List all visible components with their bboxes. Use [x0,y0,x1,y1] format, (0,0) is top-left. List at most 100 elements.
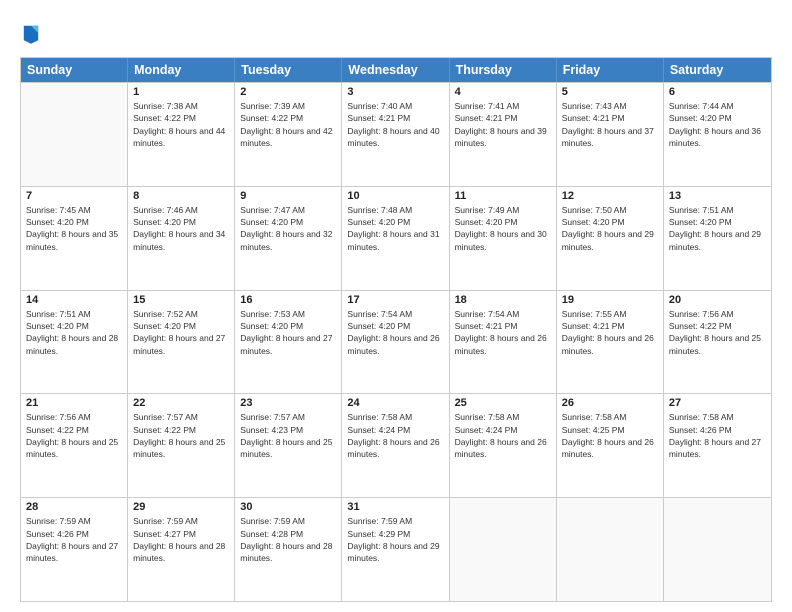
calendar-cell [557,498,664,601]
cell-date-number: 16 [240,294,336,306]
cell-date-number: 25 [455,397,551,409]
calendar-cell: 7 Sunrise: 7:45 AM Sunset: 4:20 PM Daylig… [21,187,128,290]
cell-info: Sunrise: 7:56 AM Sunset: 4:22 PM Dayligh… [26,411,122,460]
cell-date-number: 20 [669,294,766,306]
calendar-cell: 21 Sunrise: 7:56 AM Sunset: 4:22 PM Dayli… [21,394,128,497]
cell-info: Sunrise: 7:56 AM Sunset: 4:22 PM Dayligh… [669,308,766,357]
cell-date-number: 12 [562,190,658,202]
calendar-cell: 4Sunrise: 7:41 AM Sunset: 4:21 PM Daylig… [450,83,557,186]
header-day-saturday: Saturday [664,58,771,82]
cell-date-number: 24 [347,397,443,409]
cell-date-number: 3 [347,86,443,98]
calendar-cell: 6 Sunrise: 7:44 AM Sunset: 4:20 PM Daylig… [664,83,771,186]
cell-info: Sunrise: 7:45 AM Sunset: 4:20 PM Dayligh… [26,204,122,253]
cell-date-number: 14 [26,294,122,306]
cell-date-number: 13 [669,190,766,202]
cell-info: Sunrise: 7:38 AM Sunset: 4:22 PM Dayligh… [133,100,229,149]
header-day-thursday: Thursday [450,58,557,82]
calendar-cell: 11 Sunrise: 7:49 AM Sunset: 4:20 PM Dayli… [450,187,557,290]
calendar-cell: 27Sunrise: 7:58 AM Sunset: 4:26 PM Dayli… [664,394,771,497]
header-day-wednesday: Wednesday [342,58,449,82]
calendar-cell: 15 Sunrise: 7:52 AM Sunset: 4:20 PM Dayli… [128,291,235,394]
cell-info: Sunrise: 7:59 AM Sunset: 4:26 PM Dayligh… [26,515,122,564]
cell-date-number: 7 [26,190,122,202]
calendar-cell: 5 Sunrise: 7:43 AM Sunset: 4:21 PM Daylig… [557,83,664,186]
calendar-week-1: 1 Sunrise: 7:38 AM Sunset: 4:22 PM Daylig… [21,82,771,186]
cell-info: Sunrise: 7:54 AM Sunset: 4:21 PM Dayligh… [455,308,551,357]
calendar-header-row: SundayMondayTuesdayWednesdayThursdayFrid… [21,58,771,82]
cell-info: Sunrise: 7:59 AM Sunset: 4:27 PM Dayligh… [133,515,229,564]
cell-info: Sunrise: 7:54 AM Sunset: 4:20 PM Dayligh… [347,308,443,357]
header-day-sunday: Sunday [21,58,128,82]
cell-info: Sunrise: 7:57 AM Sunset: 4:22 PM Dayligh… [133,411,229,460]
calendar-cell [21,83,128,186]
calendar-week-5: 28 Sunrise: 7:59 AM Sunset: 4:26 PM Dayli… [21,497,771,601]
header-day-friday: Friday [557,58,664,82]
calendar-cell: 24Sunrise: 7:58 AM Sunset: 4:24 PM Dayli… [342,394,449,497]
calendar-cell: 12Sunrise: 7:50 AM Sunset: 4:20 PM Dayli… [557,187,664,290]
calendar-cell: 17Sunrise: 7:54 AM Sunset: 4:20 PM Dayli… [342,291,449,394]
cell-info: Sunrise: 7:59 AM Sunset: 4:28 PM Dayligh… [240,515,336,564]
calendar-week-2: 7 Sunrise: 7:45 AM Sunset: 4:20 PM Daylig… [21,186,771,290]
calendar-cell: 31 Sunrise: 7:59 AM Sunset: 4:29 PM Dayli… [342,498,449,601]
cell-date-number: 1 [133,86,229,98]
cell-info: Sunrise: 7:44 AM Sunset: 4:20 PM Dayligh… [669,100,766,149]
cell-info: Sunrise: 7:40 AM Sunset: 4:21 PM Dayligh… [347,100,443,149]
cell-info: Sunrise: 7:47 AM Sunset: 4:20 PM Dayligh… [240,204,336,253]
calendar-cell: 14 Sunrise: 7:51 AM Sunset: 4:20 PM Dayli… [21,291,128,394]
calendar-body: 1 Sunrise: 7:38 AM Sunset: 4:22 PM Daylig… [21,82,771,601]
calendar-cell: 2Sunrise: 7:39 AM Sunset: 4:22 PM Daylig… [235,83,342,186]
calendar-cell: 9 Sunrise: 7:47 AM Sunset: 4:20 PM Daylig… [235,187,342,290]
calendar-cell: 13 Sunrise: 7:51 AM Sunset: 4:20 PM Dayli… [664,187,771,290]
cell-info: Sunrise: 7:51 AM Sunset: 4:20 PM Dayligh… [669,204,766,253]
cell-date-number: 31 [347,501,443,513]
cell-info: Sunrise: 7:43 AM Sunset: 4:21 PM Dayligh… [562,100,658,149]
cell-date-number: 29 [133,501,229,513]
calendar-cell: 29 Sunrise: 7:59 AM Sunset: 4:27 PM Dayli… [128,498,235,601]
cell-info: Sunrise: 7:59 AM Sunset: 4:29 PM Dayligh… [347,515,443,564]
calendar-cell: 1 Sunrise: 7:38 AM Sunset: 4:22 PM Daylig… [128,83,235,186]
cell-date-number: 23 [240,397,336,409]
cell-date-number: 11 [455,190,551,202]
cell-info: Sunrise: 7:46 AM Sunset: 4:20 PM Dayligh… [133,204,229,253]
cell-date-number: 6 [669,86,766,98]
calendar-cell [450,498,557,601]
calendar-cell: 23 Sunrise: 7:57 AM Sunset: 4:23 PM Dayli… [235,394,342,497]
cell-date-number: 9 [240,190,336,202]
cell-info: Sunrise: 7:39 AM Sunset: 4:22 PM Dayligh… [240,100,336,149]
header [20,18,772,49]
cell-info: Sunrise: 7:51 AM Sunset: 4:20 PM Dayligh… [26,308,122,357]
calendar-week-3: 14 Sunrise: 7:51 AM Sunset: 4:20 PM Dayli… [21,290,771,394]
calendar-cell: 10 Sunrise: 7:48 AM Sunset: 4:20 PM Dayli… [342,187,449,290]
cell-date-number: 10 [347,190,443,202]
cell-date-number: 28 [26,501,122,513]
calendar-cell: 28 Sunrise: 7:59 AM Sunset: 4:26 PM Dayli… [21,498,128,601]
cell-info: Sunrise: 7:58 AM Sunset: 4:25 PM Dayligh… [562,411,658,460]
cell-date-number: 26 [562,397,658,409]
calendar-cell: 30 Sunrise: 7:59 AM Sunset: 4:28 PM Dayli… [235,498,342,601]
calendar-cell: 25 Sunrise: 7:58 AM Sunset: 4:24 PM Dayli… [450,394,557,497]
cell-date-number: 21 [26,397,122,409]
calendar: SundayMondayTuesdayWednesdayThursdayFrid… [20,57,772,602]
cell-date-number: 5 [562,86,658,98]
logo-icon [22,22,40,44]
calendar-cell: 19Sunrise: 7:55 AM Sunset: 4:21 PM Dayli… [557,291,664,394]
calendar-cell: 8Sunrise: 7:46 AM Sunset: 4:20 PM Daylig… [128,187,235,290]
cell-date-number: 18 [455,294,551,306]
calendar-cell: 18 Sunrise: 7:54 AM Sunset: 4:21 PM Dayli… [450,291,557,394]
cell-info: Sunrise: 7:49 AM Sunset: 4:20 PM Dayligh… [455,204,551,253]
cell-info: Sunrise: 7:57 AM Sunset: 4:23 PM Dayligh… [240,411,336,460]
calendar-cell: 26 Sunrise: 7:58 AM Sunset: 4:25 PM Dayli… [557,394,664,497]
cell-date-number: 19 [562,294,658,306]
logo [20,22,44,49]
calendar-cell: 20 Sunrise: 7:56 AM Sunset: 4:22 PM Dayli… [664,291,771,394]
calendar-cell [664,498,771,601]
page: SundayMondayTuesdayWednesdayThursdayFrid… [0,0,792,612]
cell-info: Sunrise: 7:58 AM Sunset: 4:26 PM Dayligh… [669,411,766,460]
cell-info: Sunrise: 7:48 AM Sunset: 4:20 PM Dayligh… [347,204,443,253]
cell-date-number: 15 [133,294,229,306]
cell-info: Sunrise: 7:58 AM Sunset: 4:24 PM Dayligh… [455,411,551,460]
cell-date-number: 30 [240,501,336,513]
header-day-tuesday: Tuesday [235,58,342,82]
cell-info: Sunrise: 7:52 AM Sunset: 4:20 PM Dayligh… [133,308,229,357]
